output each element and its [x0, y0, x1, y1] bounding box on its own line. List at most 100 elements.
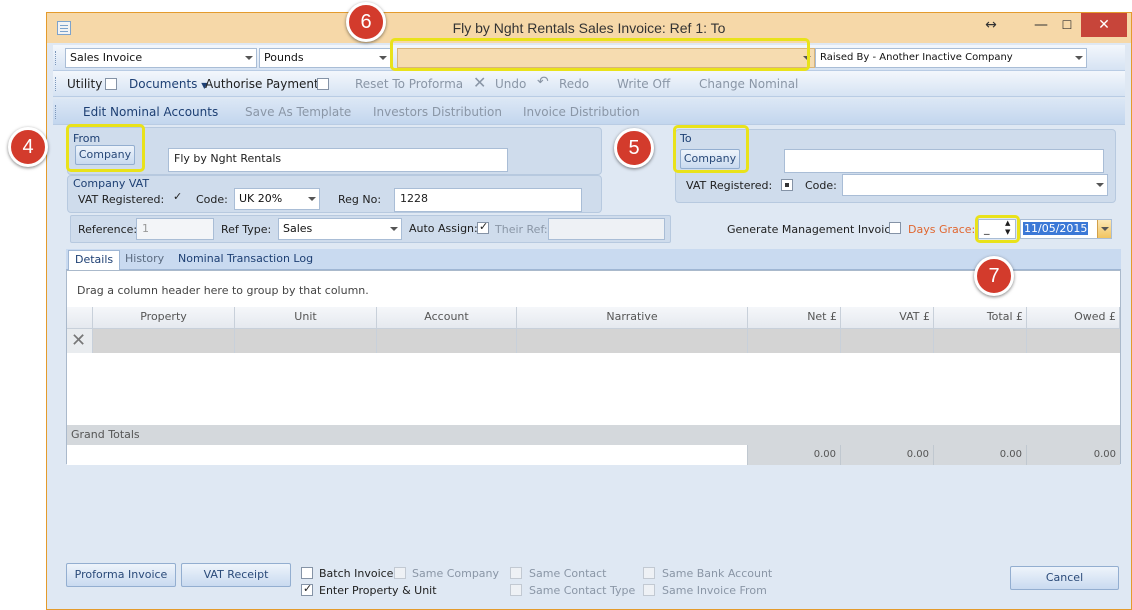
column-header-total[interactable]: Total £	[934, 307, 1027, 329]
same-contact-checkbox[interactable]	[510, 567, 522, 579]
utility-checkbox[interactable]	[105, 78, 117, 90]
delete-row-icon[interactable]: ✕	[67, 329, 93, 353]
invoice-type-select[interactable]: Sales Invoice	[65, 48, 257, 68]
batch-invoice-checkbox[interactable]	[301, 567, 313, 579]
cancel-button[interactable]: Cancel	[1010, 566, 1119, 590]
invoice-lines-grid: Drag a column header here to group by th…	[66, 270, 1121, 465]
date-value: 11/05/2015	[1023, 222, 1089, 235]
enter-property-unit-checkbox[interactable]	[301, 582, 313, 596]
column-header-net[interactable]: Net £	[748, 307, 841, 329]
undo-button[interactable]: Undo	[495, 77, 526, 91]
reg-no-field[interactable]: 1228	[394, 188, 582, 212]
new-row-unit-cell[interactable]	[235, 329, 377, 353]
minimize-button[interactable]: —	[1029, 13, 1053, 37]
highlight-to-company	[673, 125, 749, 173]
toolbar-grip[interactable]	[55, 77, 58, 91]
company-vat-label: Company VAT	[73, 177, 150, 190]
same-invoice-from-checkbox[interactable]	[643, 584, 655, 596]
tab-history[interactable]: History	[119, 250, 170, 270]
vat-registered-checkbox[interactable]	[171, 190, 183, 204]
write-off-button[interactable]: Write Off	[617, 77, 670, 91]
reset-to-proforma-button[interactable]: Reset To Proforma	[355, 77, 463, 91]
same-contact-type-checkbox[interactable]	[510, 584, 522, 596]
to-code-label: Code:	[805, 179, 837, 192]
callout-4: 4	[8, 127, 48, 167]
maximize-button[interactable]: ☐	[1055, 13, 1079, 37]
close-button[interactable]: ✕	[1081, 13, 1127, 37]
their-ref-label: Their Ref:	[495, 223, 548, 236]
new-row-narrative-cell[interactable]	[517, 329, 748, 353]
new-row-account-cell[interactable]	[377, 329, 517, 353]
grand-totals-bar: Grand Totals	[67, 425, 1120, 445]
edit-nominal-accounts-button[interactable]: Edit Nominal Accounts	[83, 105, 218, 119]
authorise-payment-checkbox[interactable]	[317, 78, 329, 90]
documents-label: Documents	[129, 77, 198, 91]
callout-7: 7	[974, 256, 1014, 296]
date-dropdown-button[interactable]	[1097, 220, 1111, 238]
new-row-net-cell[interactable]	[748, 329, 841, 353]
days-grace-label: Days Grace:	[908, 223, 976, 236]
column-header-owed[interactable]: Owed £	[1027, 307, 1120, 329]
redo-button[interactable]: Redo	[559, 77, 589, 91]
chevron-down-icon	[245, 56, 253, 60]
their-ref-field[interactable]	[548, 218, 665, 240]
new-row-vat-cell[interactable]	[841, 329, 934, 353]
utility-menu[interactable]: Utility	[67, 77, 102, 91]
auto-assign-checkbox[interactable]	[477, 220, 489, 234]
vat-receipt-button[interactable]: VAT Receipt	[181, 563, 291, 587]
to-vat-registered-label: VAT Registered:	[686, 179, 773, 192]
new-row-owed-cell[interactable]	[1027, 329, 1120, 353]
generate-mgmt-invoice-label: Generate Management Invoice:	[727, 223, 901, 236]
currency-select[interactable]: Pounds	[259, 48, 391, 68]
column-header-property[interactable]: Property	[93, 307, 235, 329]
highlight-from-company	[66, 124, 145, 172]
tab-nominal-transaction-log[interactable]: Nominal Transaction Log	[172, 250, 319, 270]
callout-5: 5	[614, 128, 654, 168]
chevron-down-icon	[1096, 183, 1104, 187]
toolbar-grip[interactable]	[55, 51, 58, 65]
invoice-type-value: Sales Invoice	[70, 51, 143, 64]
reg-no-label: Reg No:	[338, 193, 382, 206]
to-vat-registered-checkbox[interactable]	[781, 179, 793, 191]
same-bank-account-checkbox[interactable]	[643, 567, 655, 579]
new-row-total-cell[interactable]	[934, 329, 1027, 353]
toolbar-distribution: Edit Nominal Accounts Save As Template I…	[53, 99, 1125, 125]
from-company-field[interactable]: Fly by Nght Rentals	[168, 148, 508, 172]
toolbar-grip[interactable]	[55, 105, 58, 119]
same-bank-account-label: Same Bank Account	[662, 567, 773, 580]
chevron-down-icon	[308, 197, 316, 201]
new-row-property-cell[interactable]	[93, 329, 235, 353]
column-header-unit[interactable]: Unit	[235, 307, 377, 329]
totals-spacer	[67, 445, 748, 465]
to-company-field[interactable]	[784, 149, 1104, 173]
raised-by-value: Raised By - Another Inactive Company	[820, 52, 1013, 63]
same-company-checkbox[interactable]	[394, 567, 406, 579]
vat-code-select[interactable]: UK 20%	[234, 188, 320, 210]
column-header-narrative[interactable]: Narrative	[517, 307, 748, 329]
save-as-template-button[interactable]: Save As Template	[245, 105, 351, 119]
invoice-distribution-button[interactable]: Invoice Distribution	[523, 105, 640, 119]
restore-icon[interactable]: ↔	[979, 13, 1003, 37]
column-header-account[interactable]: Account	[377, 307, 517, 329]
redo-icon: ↶	[537, 74, 549, 90]
auto-assign-label: Auto Assign:	[409, 222, 478, 235]
change-nominal-button[interactable]: Change Nominal	[699, 77, 798, 91]
column-header-vat[interactable]: VAT £	[841, 307, 934, 329]
reference-field[interactable]: 1	[136, 218, 214, 240]
tab-details[interactable]: Details	[68, 250, 121, 270]
chevron-down-icon	[390, 227, 398, 231]
enter-property-unit-label: Enter Property & Unit	[319, 584, 437, 597]
grand-totals-label: Grand Totals	[71, 428, 140, 441]
vat-registered-label: VAT Registered:	[78, 193, 165, 206]
same-contact-type-label: Same Contact Type	[529, 584, 636, 597]
batch-invoice-label: Batch Invoice	[319, 567, 394, 580]
chevron-down-icon	[1101, 227, 1109, 231]
to-vat-code-select[interactable]	[842, 174, 1108, 196]
documents-menu[interactable]: Documents ▼	[129, 77, 207, 91]
generate-mgmt-invoice-checkbox[interactable]	[889, 222, 901, 234]
ref-type-select[interactable]: Sales	[278, 218, 402, 240]
raised-by-select[interactable]: Raised By - Another Inactive Company	[815, 48, 1087, 68]
proforma-invoice-button[interactable]: Proforma Invoice	[66, 563, 176, 587]
investors-distribution-button[interactable]: Investors Distribution	[373, 105, 502, 119]
highlight-days-grace	[975, 215, 1020, 243]
